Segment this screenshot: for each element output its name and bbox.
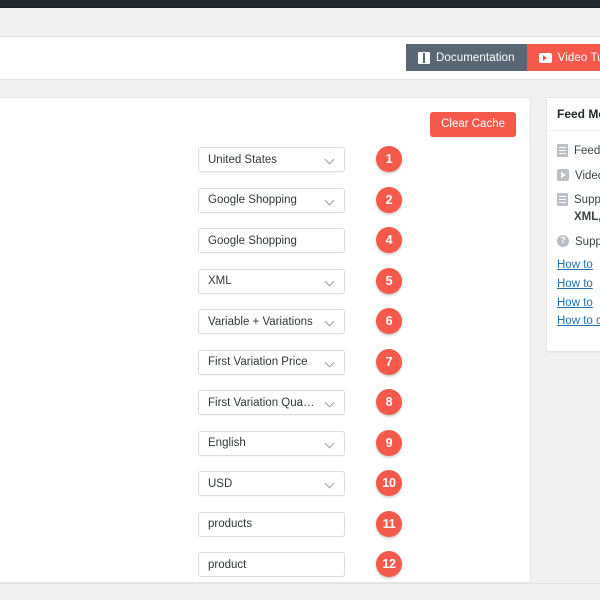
step-badge: 1 <box>376 146 402 172</box>
step-badge: 11 <box>376 510 402 537</box>
settings-row: Variable + Variations 6 <box>0 308 532 350</box>
field-value: English <box>208 437 246 449</box>
document-icon <box>557 144 568 157</box>
chevron-down-icon <box>326 277 335 286</box>
sidebar-item-label: Suppo <box>574 194 600 207</box>
top-spacer <box>0 8 600 36</box>
field-value: products <box>208 518 253 530</box>
settings-row: Google Shopping 4 <box>0 227 532 269</box>
header-button-group: Documentation Video Tutorial <box>406 44 600 71</box>
sidebar-help-links: How toHow toHow toHow to catego <box>557 257 600 330</box>
field-value: United States <box>208 153 278 166</box>
sidebar-help-link[interactable]: How to catego <box>557 313 600 330</box>
chevron-down-icon <box>326 439 335 448</box>
settings-row: United States 1 <box>0 146 532 188</box>
document-icon <box>557 193 568 207</box>
text-field[interactable]: products <box>198 511 345 537</box>
footer-spacer <box>0 584 600 600</box>
sidebar-body: Feed S Video Suppo XML, C ? Suppo How to… <box>547 131 600 340</box>
select-field[interactable]: First Variation Quantity <box>198 390 345 415</box>
feed-merchant-sidebar: Feed Mer Feed S Video Suppo XML, C ? Sup… <box>546 97 600 352</box>
step-badge: 5 <box>376 267 402 294</box>
documentation-button[interactable]: Documentation <box>406 44 527 71</box>
step-badge: 2 <box>376 186 402 213</box>
field-value: First Variation Quantity <box>208 396 320 409</box>
step-badge: 4 <box>376 227 402 253</box>
sidebar-item-label: Feed S <box>574 145 600 157</box>
select-field[interactable]: Variable + Variations <box>198 309 345 334</box>
chevron-down-icon <box>326 479 335 488</box>
documentation-button-label: Documentation <box>436 51 515 64</box>
select-field[interactable]: USD <box>198 471 345 496</box>
select-field[interactable]: English <box>198 430 345 456</box>
sidebar-item-supported-formats[interactable]: Suppo XML, C <box>557 192 600 225</box>
sidebar-item-feed-settings[interactable]: Feed S <box>557 143 600 160</box>
admin-bar <box>0 0 600 7</box>
settings-row: USD 10 <box>0 470 532 512</box>
field-value: First Variation Price <box>208 356 308 368</box>
select-field[interactable]: First Variation Price <box>198 349 345 375</box>
chevron-down-icon <box>326 155 335 164</box>
book-icon <box>418 51 430 64</box>
step-badge: 9 <box>376 429 402 456</box>
screen: Documentation Video Tutorial Clear Cache… <box>0 0 600 600</box>
help-icon: ? <box>557 234 569 247</box>
step-badge: 8 <box>376 389 402 415</box>
field-value: Google Shopping <box>208 194 297 206</box>
settings-row: English 9 <box>0 429 532 472</box>
video-tutorial-button[interactable]: Video Tutorial <box>526 44 600 71</box>
field-value: product <box>208 558 247 571</box>
sidebar-item-video[interactable]: Video <box>557 168 600 185</box>
settings-form-rows: United States 1 Google Shopping 2 Google Sho… <box>0 146 532 593</box>
select-field[interactable]: United States <box>198 147 345 172</box>
sidebar-help-link[interactable]: How to <box>557 276 600 293</box>
settings-row: products 11 <box>0 510 532 553</box>
step-badge: 6 <box>376 308 402 334</box>
sidebar-item-sublabel: XML, C <box>574 211 600 224</box>
settings-row: Google Shopping 2 <box>0 186 532 229</box>
chevron-down-icon <box>326 358 335 367</box>
settings-card: Clear Cache United States 1 Google Shoppin… <box>0 97 531 583</box>
field-value: USD <box>208 477 233 490</box>
step-badge: 12 <box>376 551 402 577</box>
settings-row: First Variation Price 7 <box>0 348 532 391</box>
text-field[interactable]: product <box>198 552 345 577</box>
sidebar-help-link[interactable]: How to <box>557 257 600 274</box>
field-value: XML <box>208 275 232 287</box>
step-badge: 10 <box>376 470 402 496</box>
sidebar-item-support[interactable]: ? Suppo <box>557 234 600 251</box>
sidebar-item-label: Video <box>575 169 600 182</box>
sidebar-item-label: Suppo <box>575 235 600 248</box>
sidebar-item-text: Suppo XML, C <box>574 192 600 225</box>
text-field[interactable]: Google Shopping <box>198 228 345 253</box>
sidebar-help-link[interactable]: How to <box>557 295 600 312</box>
settings-row: XML 5 <box>0 267 532 310</box>
chevron-down-icon <box>326 196 335 205</box>
select-field[interactable]: Google Shopping <box>198 187 345 213</box>
field-value: Google Shopping <box>208 234 297 247</box>
clear-cache-button[interactable]: Clear Cache <box>430 112 516 137</box>
step-badge: 7 <box>376 348 402 375</box>
select-field[interactable]: XML <box>198 268 345 294</box>
video-icon <box>557 168 569 181</box>
field-value: Variable + Variations <box>208 315 313 328</box>
video-tutorial-button-label: Video Tutorial <box>557 51 600 64</box>
sidebar-title: Feed Mer <box>547 98 600 131</box>
chevron-down-icon <box>326 398 335 407</box>
chevron-down-icon <box>326 317 335 326</box>
play-icon <box>538 52 552 63</box>
settings-row: First Variation Quantity 8 <box>0 389 532 431</box>
